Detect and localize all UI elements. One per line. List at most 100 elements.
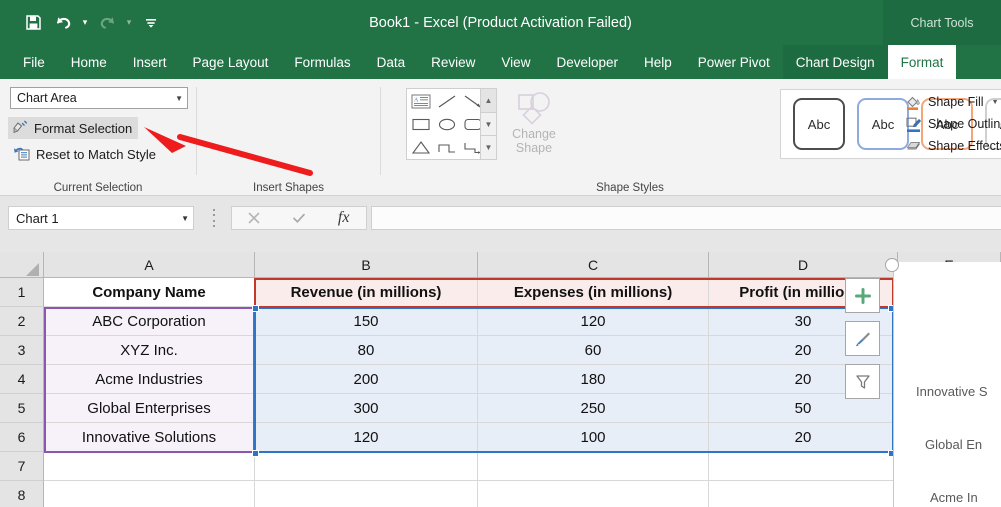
ribbon-tab-developer[interactable]: Developer	[543, 45, 631, 79]
row-header-2[interactable]: 2	[0, 307, 44, 336]
contextual-tools-label: Chart Tools	[883, 0, 1001, 45]
empty-cell[interactable]	[478, 452, 709, 481]
data-cell[interactable]: 120	[255, 423, 478, 452]
redo-dropdown-icon[interactable]: ▾	[122, 8, 136, 36]
ribbon-tab-page-layout[interactable]: Page Layout	[180, 45, 282, 79]
ribbon-tab-data[interactable]: Data	[364, 45, 419, 79]
shape-effects-icon	[905, 138, 922, 155]
row-header-6[interactable]: 6	[0, 423, 44, 452]
enter-checkmark-icon[interactable]	[277, 207, 322, 229]
formula-input[interactable]	[371, 206, 1001, 230]
row-header-7[interactable]: 7	[0, 452, 44, 481]
header-cell[interactable]: Company Name	[44, 278, 255, 307]
group-label-shape-styles: Shape Styles	[596, 182, 664, 194]
ribbon-tab-view[interactable]: View	[488, 45, 543, 79]
shape-style-sample-text: Abc	[871, 116, 895, 132]
ribbon-tab-chart-design[interactable]: Chart Design	[782, 45, 888, 79]
empty-cell[interactable]	[255, 481, 478, 507]
chart-styles-button[interactable]	[845, 321, 880, 356]
format-selection-button[interactable]: Format Selection	[8, 117, 139, 139]
data-cell[interactable]: 20	[709, 423, 898, 452]
shape-effects-label: Shape Effects	[928, 139, 1001, 153]
data-cell[interactable]: Acme Industries	[44, 365, 255, 394]
chart-object[interactable]: Innovative S Global En Acme In	[893, 262, 1001, 507]
header-cell[interactable]: Expenses (in millions)	[478, 278, 709, 307]
chart-element-selector[interactable]: Chart Area ▼	[10, 87, 188, 109]
ribbon-tab-file[interactable]: File	[10, 45, 58, 79]
shape-outline-label: Shape Outline	[928, 117, 1001, 131]
cancel-icon[interactable]	[232, 207, 277, 229]
data-cell[interactable]: ABC Corporation	[44, 307, 255, 336]
shape-effects-button[interactable]: Shape Effects▼	[905, 135, 1001, 157]
empty-cell[interactable]	[44, 481, 255, 507]
empty-cell[interactable]	[709, 481, 898, 507]
chart-element-selector-value: Chart Area	[17, 91, 77, 105]
data-cell[interactable]: 80	[255, 336, 478, 365]
data-cell[interactable]: Global Enterprises	[44, 394, 255, 423]
reset-to-match-style-button[interactable]: Reset to Match Style	[10, 143, 162, 165]
undo-icon[interactable]	[48, 8, 78, 36]
chevron-down-icon[interactable]: ▼	[181, 214, 189, 223]
ribbon-tab-help[interactable]: Help	[631, 45, 685, 79]
data-cell[interactable]: 100	[478, 423, 709, 452]
formula-bar-buttons: fx	[231, 206, 367, 230]
data-cell[interactable]: 300	[255, 394, 478, 423]
empty-cell[interactable]	[44, 452, 255, 481]
column-header-a[interactable]: A	[44, 252, 255, 278]
customize-qat-icon[interactable]	[136, 8, 166, 36]
redo-icon[interactable]	[92, 8, 122, 36]
ribbon-tab-power-pivot[interactable]: Power Pivot	[685, 45, 783, 79]
empty-cell[interactable]	[478, 481, 709, 507]
shape-fill-button[interactable]: Shape Fill ▼	[905, 91, 1001, 113]
empty-cell[interactable]	[255, 452, 478, 481]
data-cell[interactable]: 250	[478, 394, 709, 423]
data-cell[interactable]: 60	[478, 336, 709, 365]
data-cell[interactable]: 120	[478, 307, 709, 336]
column-header-b[interactable]: B	[255, 252, 478, 278]
ribbon-group-shape-styles: AbcAbcAbcAbcAbcAbcAbc ▲ ▼ ▼ Shape Styles	[381, 79, 1001, 196]
shape-style-swatch[interactable]: Abc	[857, 98, 909, 150]
shape-outline-button[interactable]: Shape Outline▼	[905, 113, 1001, 135]
table-row: 7	[0, 452, 1001, 481]
ribbon-tab-insert[interactable]: Insert	[120, 45, 180, 79]
ribbon-tab-format[interactable]: Format	[887, 45, 957, 79]
table-row: 6 Innovative Solutions 120 100 20	[0, 423, 1001, 452]
reset-to-match-style-label: Reset to Match Style	[36, 146, 156, 162]
header-cell[interactable]: Revenue (in millions)	[255, 278, 478, 307]
row-header-5[interactable]: 5	[0, 394, 44, 423]
chevron-down-icon[interactable]: ▼	[992, 99, 999, 106]
name-box[interactable]: Chart 1 ▼	[8, 206, 194, 230]
insert-function-icon[interactable]: fx	[321, 207, 366, 229]
data-cell[interactable]: 150	[255, 307, 478, 336]
chart-filters-button[interactable]	[845, 364, 880, 399]
shape-fill-label: Shape Fill	[928, 95, 984, 109]
ribbon-tab-strip: File Home Insert Page Layout Formulas Data Rev…	[0, 45, 1001, 79]
row-header-3[interactable]: 3	[0, 336, 44, 365]
group-label-current-selection: Current Selection	[53, 182, 143, 194]
data-cell[interactable]: Innovative Solutions	[44, 423, 255, 452]
data-cell[interactable]: 200	[255, 365, 478, 394]
select-all-corner[interactable]	[0, 252, 44, 278]
shape-style-swatch[interactable]: Abc	[793, 98, 845, 150]
row-header-8[interactable]: 8	[0, 481, 44, 507]
chart-elements-button[interactable]	[845, 278, 880, 313]
name-box-value: Chart 1	[16, 210, 59, 226]
column-header-c[interactable]: C	[478, 252, 709, 278]
data-cell[interactable]: 180	[478, 365, 709, 394]
column-header-d[interactable]: D	[709, 252, 898, 278]
ribbon-tab-review[interactable]: Review	[418, 45, 488, 79]
shape-style-commands: Shape Fill ▼ Shape Outline▼Shape Effects▼	[905, 91, 1001, 157]
empty-cell[interactable]	[709, 452, 898, 481]
undo-dropdown-icon[interactable]: ▾	[78, 8, 92, 36]
row-header-4[interactable]: 4	[0, 365, 44, 394]
ribbon-tab-home[interactable]: Home	[58, 45, 120, 79]
data-cell[interactable]: XYZ Inc.	[44, 336, 255, 365]
chart-resize-handle[interactable]	[885, 258, 899, 272]
chart-category-label: Innovative S	[916, 384, 988, 399]
formula-bar-grip[interactable]	[211, 209, 217, 227]
save-icon[interactable]	[18, 8, 48, 36]
ribbon-tab-formulas[interactable]: Formulas	[281, 45, 363, 79]
selection-handle[interactable]	[252, 305, 259, 312]
row-header-1[interactable]: 1	[0, 278, 44, 307]
selection-handle[interactable]	[252, 450, 259, 457]
